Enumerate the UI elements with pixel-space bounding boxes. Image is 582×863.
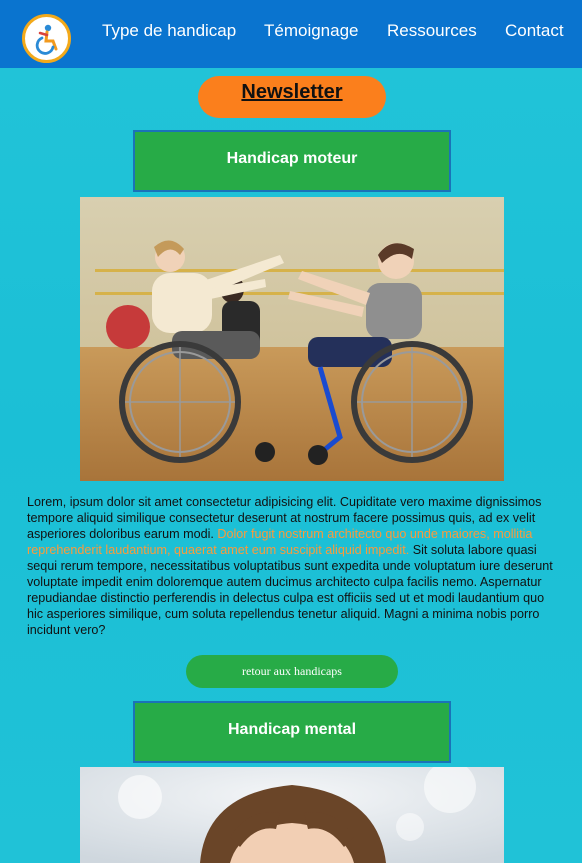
top-navbar: Type de handicap Témoignage Ressources C… (0, 0, 582, 68)
nav-link-contact[interactable]: Contact (505, 21, 564, 41)
nav-link-temoignage[interactable]: Témoignage (264, 21, 359, 41)
children-in-wheelchairs-dancing-photo (80, 197, 504, 481)
section-title: Handicap mental (227, 721, 357, 738)
description-text-end: Sit soluta labore quasi sequi rerum temp… (27, 543, 553, 637)
newsletter-label: Newsletter (241, 80, 343, 103)
child-portrait-photo (80, 767, 504, 863)
section-title: Handicap moteur (226, 150, 358, 167)
section-heading-handicap-moteur: Handicap moteur (133, 130, 451, 192)
nav-link-type-de-handicap[interactable]: Type de handicap (102, 21, 236, 41)
newsletter-button[interactable]: Newsletter (198, 76, 386, 118)
section-description: Lorem, ipsum dolor sit amet consectetur … (27, 494, 555, 638)
back-button-label: retour aux handicaps (242, 664, 342, 678)
section-heading-handicap-mental: Handicap mental (133, 701, 451, 763)
nav-link-ressources[interactable]: Ressources (387, 21, 477, 41)
wheelchair-logo-icon[interactable] (22, 14, 71, 63)
back-to-handicaps-button[interactable]: retour aux handicaps (186, 655, 398, 688)
